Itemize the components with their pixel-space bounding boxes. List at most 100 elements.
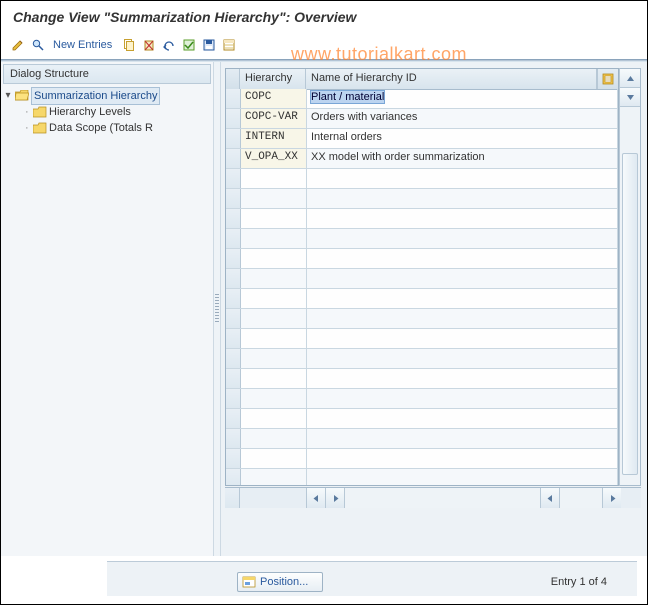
save-button[interactable]: [200, 36, 218, 54]
cell-hierarchy-name[interactable]: [307, 449, 618, 468]
cell-hierarchy-name[interactable]: XX model with order summarization: [307, 149, 618, 168]
splitter-handle[interactable]: [213, 62, 221, 556]
cell-hierarchy-name[interactable]: [307, 389, 618, 408]
row-selector[interactable]: [226, 109, 241, 128]
scroll-left-button-2[interactable]: [541, 488, 560, 508]
row-selector[interactable]: [226, 369, 241, 388]
cell-hierarchy-id[interactable]: [241, 309, 307, 328]
cell-hierarchy-name[interactable]: [307, 229, 618, 248]
table-row[interactable]: [226, 429, 618, 449]
cell-hierarchy-id[interactable]: COPC-VAR: [241, 109, 307, 128]
change-display-button[interactable]: [9, 36, 27, 54]
new-entries-button[interactable]: New Entries: [49, 36, 118, 54]
table-row[interactable]: [226, 289, 618, 309]
cell-hierarchy-id[interactable]: [241, 369, 307, 388]
scroll-up-button[interactable]: [620, 69, 640, 88]
cell-hierarchy-id[interactable]: [241, 349, 307, 368]
cell-hierarchy-id[interactable]: [241, 169, 307, 188]
grid-rowselector-header[interactable]: [226, 69, 240, 89]
row-selector[interactable]: [226, 349, 241, 368]
cell-hierarchy-name[interactable]: [307, 429, 618, 448]
delete-button[interactable]: [140, 36, 158, 54]
cell-hierarchy-id[interactable]: [241, 269, 307, 288]
grid-config-button[interactable]: [597, 69, 618, 89]
table-row[interactable]: [226, 229, 618, 249]
row-selector[interactable]: [226, 409, 241, 428]
cell-hierarchy-id[interactable]: [241, 469, 307, 485]
undo-button[interactable]: [160, 36, 178, 54]
cell-hierarchy-name[interactable]: [307, 329, 618, 348]
scroll-right-button-2[interactable]: [602, 488, 621, 508]
row-selector[interactable]: [226, 209, 241, 228]
select-all-button[interactable]: [180, 36, 198, 54]
grid-col-hierarchy-header[interactable]: Hierarchy: [240, 69, 306, 89]
row-selector[interactable]: [226, 469, 241, 485]
table-row[interactable]: COPCPlant / material: [226, 89, 618, 109]
table-row[interactable]: [226, 249, 618, 269]
cell-hierarchy-name[interactable]: [307, 209, 618, 228]
row-selector[interactable]: [226, 169, 241, 188]
cell-hierarchy-name[interactable]: Internal orders: [307, 129, 618, 148]
table-row[interactable]: [226, 389, 618, 409]
cell-hierarchy-id[interactable]: [241, 249, 307, 268]
scroll-down-button[interactable]: [620, 88, 640, 107]
tree-child-row[interactable]: · Data Scope (Totals R: [3, 120, 211, 136]
cell-hierarchy-id[interactable]: COPC: [241, 89, 307, 108]
table-row[interactable]: [226, 409, 618, 429]
table-row[interactable]: [226, 309, 618, 329]
table-row[interactable]: V_OPA_XXXX model with order summarizatio…: [226, 149, 618, 169]
position-button[interactable]: Position...: [237, 572, 323, 592]
row-selector[interactable]: [226, 249, 241, 268]
cell-hierarchy-name[interactable]: [307, 469, 618, 485]
grid-col-name-header[interactable]: Name of Hierarchy ID: [306, 69, 597, 89]
row-selector[interactable]: [226, 449, 241, 468]
hscroll-track[interactable]: [345, 488, 540, 508]
cell-hierarchy-id[interactable]: [241, 409, 307, 428]
cell-hierarchy-id[interactable]: V_OPA_XX: [241, 149, 307, 168]
cell-hierarchy-name[interactable]: [307, 169, 618, 188]
cell-hierarchy-id[interactable]: INTERN: [241, 129, 307, 148]
find-button[interactable]: [29, 36, 47, 54]
cell-hierarchy-id[interactable]: [241, 329, 307, 348]
cell-hierarchy-id[interactable]: [241, 229, 307, 248]
row-selector[interactable]: [226, 389, 241, 408]
cell-hierarchy-name[interactable]: [307, 289, 618, 308]
table-row[interactable]: [226, 189, 618, 209]
row-selector[interactable]: [226, 269, 241, 288]
scroll-right-button[interactable]: [326, 488, 345, 508]
row-selector[interactable]: [226, 289, 241, 308]
table-row[interactable]: COPC-VAROrders with variances: [226, 109, 618, 129]
hscroll-track-2[interactable]: [560, 488, 602, 508]
cell-hierarchy-id[interactable]: [241, 449, 307, 468]
cell-hierarchy-id[interactable]: [241, 389, 307, 408]
row-selector[interactable]: [226, 129, 241, 148]
cell-hierarchy-id[interactable]: [241, 189, 307, 208]
table-row[interactable]: [226, 469, 618, 485]
row-selector[interactable]: [226, 309, 241, 328]
tree-collapse-icon[interactable]: ▾: [3, 88, 13, 104]
scroll-left-button[interactable]: [307, 488, 326, 508]
table-row[interactable]: [226, 369, 618, 389]
cell-hierarchy-name[interactable]: [307, 249, 618, 268]
row-selector[interactable]: [226, 189, 241, 208]
row-selector[interactable]: [226, 89, 241, 108]
select-block-button[interactable]: [220, 36, 238, 54]
row-selector[interactable]: [226, 229, 241, 248]
cell-hierarchy-name[interactable]: Orders with variances: [307, 109, 618, 128]
cell-hierarchy-id[interactable]: [241, 429, 307, 448]
table-row[interactable]: INTERNInternal orders: [226, 129, 618, 149]
cell-hierarchy-name[interactable]: [307, 309, 618, 328]
cell-hierarchy-name[interactable]: [307, 269, 618, 288]
cell-hierarchy-name[interactable]: Plant / material: [307, 89, 618, 108]
cell-hierarchy-name[interactable]: [307, 409, 618, 428]
table-row[interactable]: [226, 349, 618, 369]
cell-hierarchy-name[interactable]: [307, 349, 618, 368]
row-selector[interactable]: [226, 149, 241, 168]
vscroll-track[interactable]: [620, 107, 640, 485]
table-row[interactable]: [226, 449, 618, 469]
vscroll-thumb[interactable]: [622, 153, 638, 475]
cell-hierarchy-id[interactable]: [241, 209, 307, 228]
table-row[interactable]: [226, 209, 618, 229]
table-row[interactable]: [226, 269, 618, 289]
table-row[interactable]: [226, 169, 618, 189]
